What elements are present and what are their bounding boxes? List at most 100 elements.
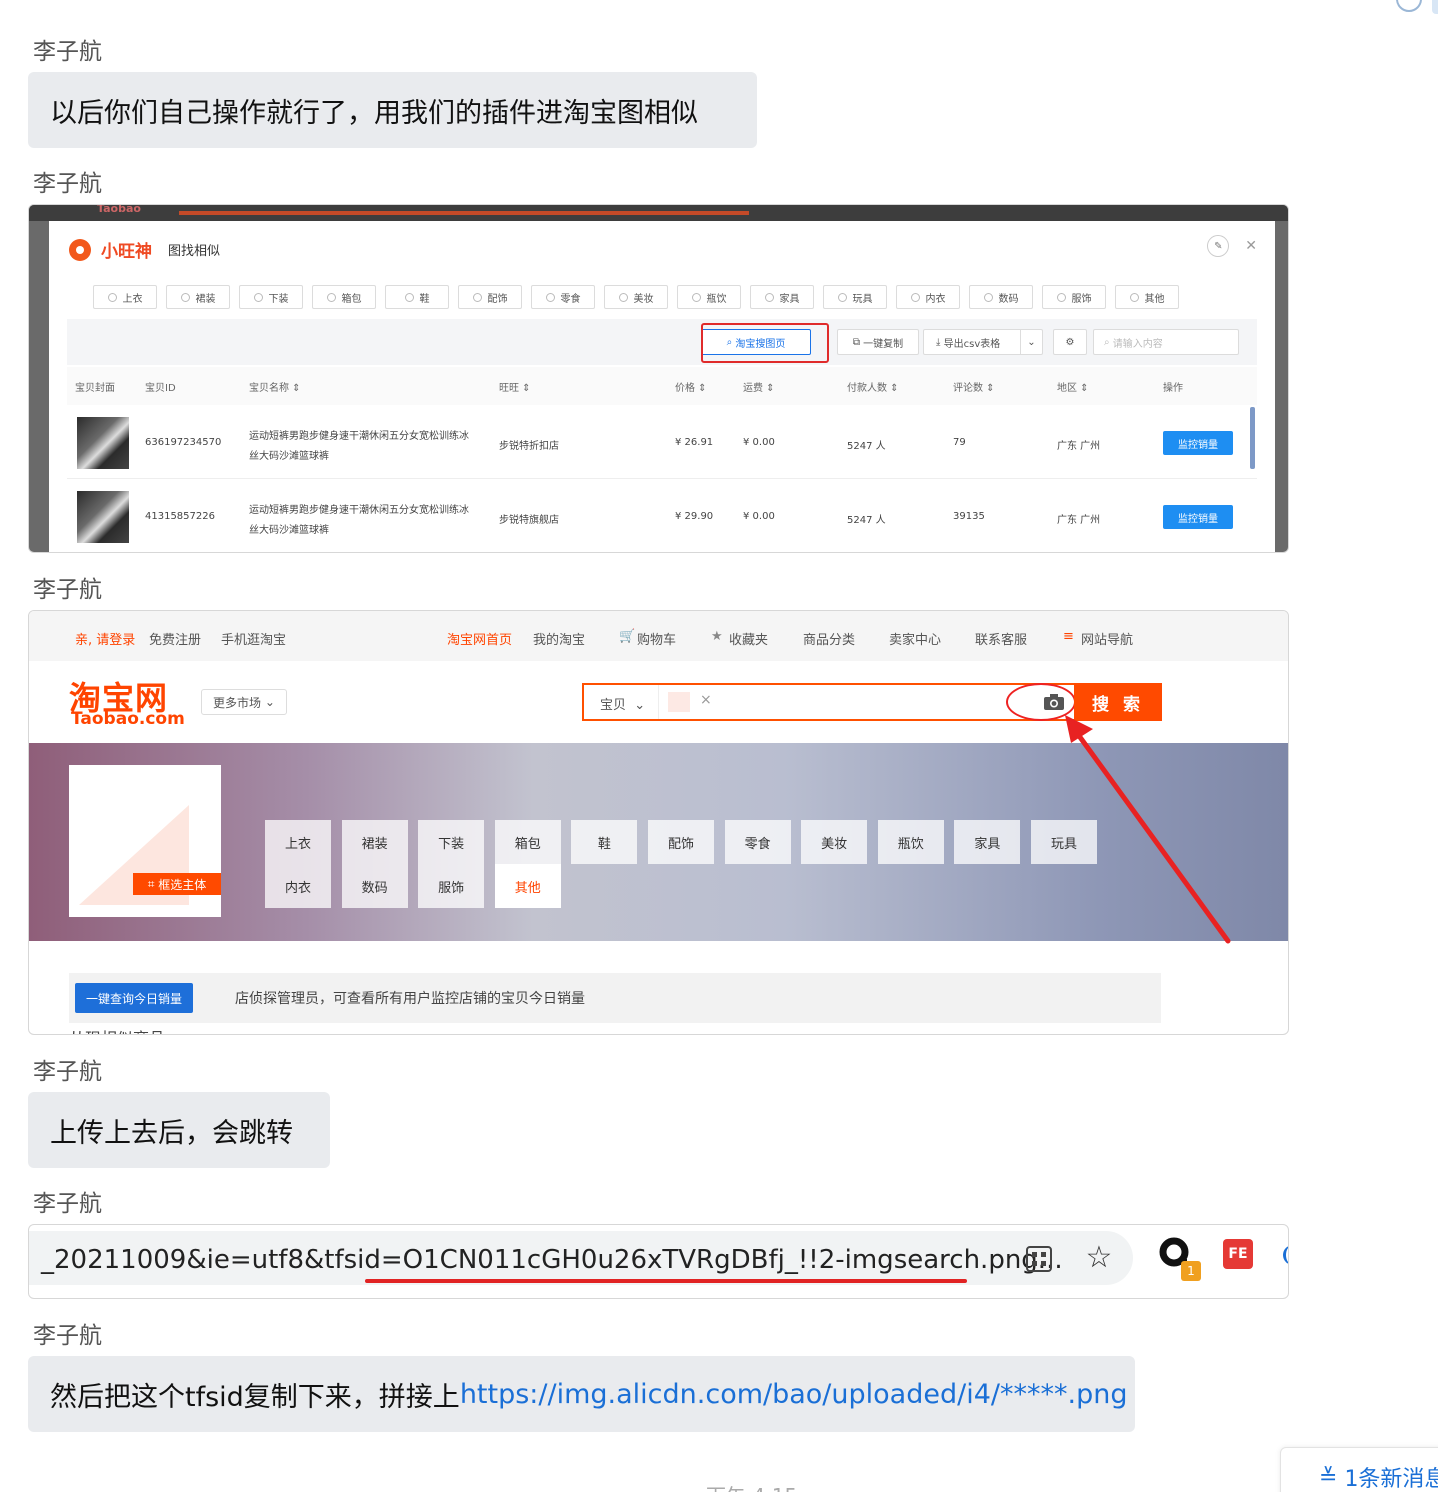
dialog-title: 图找相似 xyxy=(168,244,221,259)
plugin-dialog: 小旺神 图找相似 ✎ ✕ 上衣 裙装 下装 箱包 鞋 配饰 零食 美妆 瓶饮 家具 玩具 内衣 数码 服饰… xyxy=(49,221,1275,552)
category-label: 下装 xyxy=(268,293,289,305)
category-label: 鞋 xyxy=(419,293,430,305)
column-header[interactable]: 地区 ⇕ xyxy=(1057,379,1089,394)
radio-icon xyxy=(472,292,482,302)
category-chip[interactable]: 上衣 xyxy=(93,285,157,309)
region: 广东 广州 xyxy=(1057,441,1101,452)
image-message-urlbar[interactable]: _20211009&ie=utf8&tfsid=O1CN011cGH0u26xT… xyxy=(28,1224,1289,1299)
category-chip[interactable]: 家具 xyxy=(750,285,814,309)
message-link[interactable]: https://img.alicdn.com/bao/uploaded/i4/*… xyxy=(460,1379,1128,1410)
category-chip[interactable]: 配饰 xyxy=(458,285,522,309)
chevron-down-icon[interactable]: ⌄ xyxy=(1020,330,1042,354)
table-scrollbar[interactable] xyxy=(1250,407,1255,469)
column-header[interactable]: 操作 xyxy=(1163,379,1183,394)
product-name-line1[interactable]: 运动短裤男跑步健身速干潮休闲五分女宽松训练冰 xyxy=(249,427,469,442)
category-chip[interactable]: 鞋 xyxy=(385,285,449,309)
column-header[interactable]: 旺旺 ⇕ xyxy=(499,379,531,394)
product-id: 636197234570 xyxy=(145,437,222,448)
product-name-line2[interactable]: 丝大码沙滩篮球裤 xyxy=(249,447,329,462)
corner-circle-icon[interactable] xyxy=(1396,0,1422,12)
category-chip[interactable]: 零食 xyxy=(531,285,595,309)
product-name-line1[interactable]: 运动短裤男跑步健身速干潮休闲五分女宽松训练冰 xyxy=(249,501,469,516)
new-messages-label: 1条新消息 xyxy=(1344,1467,1438,1492)
radio-icon xyxy=(764,292,774,302)
column-header[interactable]: 宝贝ID xyxy=(145,379,176,394)
category-label: 配饰 xyxy=(487,293,508,305)
qr-code-icon[interactable] xyxy=(1025,1245,1053,1273)
message-text: 然后把这个tfsid复制下来，拼接上 xyxy=(50,1381,460,1413)
review-count: 39135 xyxy=(953,511,985,522)
bookmark-star-icon[interactable]: ☆ xyxy=(1083,1240,1115,1275)
address-bar[interactable]: _20211009&ie=utf8&tfsid=O1CN011cGH0u26xT… xyxy=(29,1231,1133,1285)
column-header[interactable]: 付款人数 ⇕ xyxy=(847,379,899,394)
region: 广东 广州 xyxy=(1057,515,1101,526)
radio-icon xyxy=(545,292,555,302)
sales-query-bar: 一键查询今日销量 店侦探管理员，可查看所有用户监控店铺的宝贝今日销量 xyxy=(69,973,1161,1023)
extension-fe-icon[interactable]: FE xyxy=(1223,1239,1253,1269)
column-header[interactable]: 运费 ⇕ xyxy=(743,379,775,394)
category-chip[interactable]: 数码 xyxy=(969,285,1033,309)
new-messages-button[interactable]: ≚ 1条新消息 xyxy=(1280,1447,1438,1492)
column-header[interactable]: 宝贝封面 xyxy=(75,379,115,394)
cut-off-text: 从现相似商品 xyxy=(69,1025,165,1034)
background-page-strip: Taobao xyxy=(29,205,1288,221)
category-label: 内衣 xyxy=(925,293,946,305)
sender-name: 李子航 xyxy=(33,1191,102,1217)
sender-name: 李子航 xyxy=(33,1323,102,1349)
column-header[interactable]: 宝贝名称 ⇕ xyxy=(249,379,301,394)
radio-icon xyxy=(107,292,117,302)
download-icon: ⤓ xyxy=(936,336,944,348)
category-chip[interactable]: 瓶饮 xyxy=(677,285,741,309)
monitor-sales-button[interactable]: 监控销量 xyxy=(1163,505,1233,529)
category-chip[interactable]: 玩具 xyxy=(823,285,887,309)
review-count: 79 xyxy=(953,437,966,448)
table-row[interactable]: 41315857226 运动短裤男跑步健身速干潮休闲五分女宽松训练冰 丝大码沙滩篮球… xyxy=(67,481,1257,552)
message-bubble[interactable]: 以后你们自己操作就行了，用我们的插件进淘宝图相似 xyxy=(28,72,757,148)
timestamp: 下午 4:15 xyxy=(706,1480,797,1492)
category-chip[interactable]: 裙装 xyxy=(166,285,230,309)
monitor-sales-button[interactable]: 监控销量 xyxy=(1163,431,1233,455)
sender-name: 李子航 xyxy=(33,577,102,603)
table-row[interactable]: 636197234570 运动短裤男跑步健身速干潮休闲五分女宽松训练冰 丝大码沙滩篮… xyxy=(67,407,1257,479)
category-chip[interactable]: 服饰 xyxy=(1042,285,1106,309)
close-icon[interactable]: ✕ xyxy=(1245,238,1257,254)
category-chip[interactable]: 美妆 xyxy=(604,285,668,309)
category-label: 其他 xyxy=(1144,293,1165,305)
annotation-red-box xyxy=(701,323,829,363)
double-chevron-down-icon: ≚ xyxy=(1319,1464,1345,1490)
radio-icon xyxy=(1129,292,1139,302)
search-input[interactable]: ⌕ 请输入内容 xyxy=(1093,329,1239,355)
radio-icon xyxy=(983,292,993,302)
radio-icon xyxy=(404,292,414,302)
shop-name: 步锐特旗舰店 xyxy=(499,515,559,526)
background-logo-text: Taobao xyxy=(97,204,141,215)
column-header[interactable]: 价格 ⇕ xyxy=(675,379,707,394)
image-message-plugin[interactable]: Taobao 小旺神 图找相似 ✎ ✕ 上衣 裙装 下装 箱包 鞋 配饰 零食 美妆 瓶饮 家具 玩… xyxy=(28,204,1289,553)
url-tfsid: O1CN011cGH0u26xTVRgDBfj_!!2-imgsearch.pn… xyxy=(402,1245,1063,1275)
sender-name: 李子航 xyxy=(33,171,102,197)
chat-window: 李子航 以后你们自己操作就行了，用我们的插件进淘宝图相似 李子航 Taobao … xyxy=(0,0,1438,1492)
category-chip[interactable]: 箱包 xyxy=(312,285,376,309)
export-csv-button[interactable]: ⤓ 导出csv表格 ⌄ xyxy=(923,329,1043,355)
category-filter: 上衣 裙装 下装 箱包 鞋 配饰 零食 美妆 瓶饮 家具 玩具 内衣 数码 服饰 其他 xyxy=(93,285,1179,309)
extension-partial-icon[interactable] xyxy=(1283,1245,1288,1265)
product-name-line2[interactable]: 丝大码沙滩篮球裤 xyxy=(249,521,329,536)
admin-message: 店侦探管理员，可查看所有用户监控店铺的宝贝今日销量 xyxy=(235,991,585,1007)
category-chip[interactable]: 其他 xyxy=(1115,285,1179,309)
brand-name: 小旺神 xyxy=(101,242,152,262)
category-chip[interactable]: 内衣 xyxy=(896,285,960,309)
category-label: 服饰 xyxy=(1071,293,1092,305)
image-message-taobao[interactable]: 亲, 请登录 免费注册 手机逛淘宝 淘宝网首页 我的淘宝 🛒 购物车 ★ 收藏夹… xyxy=(28,610,1289,1035)
message-bubble[interactable]: 上传上去后，会跳转 xyxy=(28,1092,330,1168)
edit-icon[interactable]: ✎ xyxy=(1207,235,1230,257)
buyer-count: 5247 人 xyxy=(847,441,886,452)
copy-all-button[interactable]: ⧉ 一键复制 xyxy=(837,329,919,355)
category-chip[interactable]: 下装 xyxy=(239,285,303,309)
product-thumbnail[interactable] xyxy=(77,417,129,469)
message-bubble[interactable]: 然后把这个tfsid复制下来，拼接上 https://img.alicdn.com… xyxy=(28,1356,1135,1432)
message-text: 上传上去后，会跳转 xyxy=(50,1117,293,1149)
settings-icon[interactable]: ⚙ xyxy=(1053,329,1087,355)
query-sales-button[interactable]: 一键查询今日销量 xyxy=(75,983,193,1013)
product-thumbnail[interactable] xyxy=(77,491,129,543)
column-header[interactable]: 评论数 ⇕ xyxy=(953,379,995,394)
